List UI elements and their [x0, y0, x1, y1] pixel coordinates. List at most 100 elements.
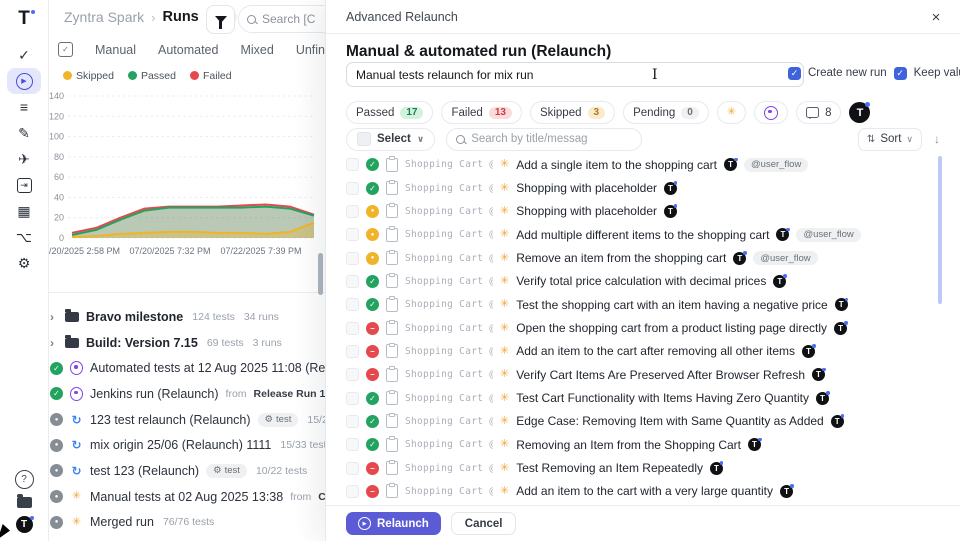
- breadcrumb-project[interactable]: Zyntra Spark: [64, 9, 144, 25]
- select-all-icon[interactable]: ✓: [58, 42, 73, 57]
- chevron-right-icon[interactable]: ›: [50, 336, 58, 350]
- tree-run-row[interactable]: ●↻123 test relaunch (Relaunch)⚙test15/23…: [50, 407, 326, 433]
- clipboard-icon: [386, 414, 398, 428]
- tree-run-row[interactable]: ●↻test 123 (Relaunch)⚙test10/22 tests: [50, 458, 326, 484]
- row-checkbox[interactable]: [346, 298, 359, 311]
- row-checkbox[interactable]: [346, 205, 359, 218]
- rail-item-test-runs-icon[interactable]: ▶: [7, 68, 41, 94]
- row-checkbox[interactable]: [346, 228, 359, 241]
- status-filter-chips: Passed17 Failed13 Skipped3 Pending0 ✳ 8T: [346, 101, 870, 124]
- download-icon[interactable]: ↓: [934, 132, 940, 146]
- row-checkbox[interactable]: [346, 252, 359, 265]
- chevron-right-icon[interactable]: ›: [50, 310, 58, 324]
- test-result-row[interactable]: ✓Shopping Cart @…✳Add a single item to t…: [346, 153, 936, 176]
- tab-mixed[interactable]: Mixed: [240, 43, 273, 57]
- help-icon[interactable]: ?: [15, 470, 34, 489]
- row-checkbox[interactable]: [346, 462, 359, 475]
- manual-burst-icon: ✳: [727, 107, 736, 118]
- test-result-row[interactable]: ✓Shopping Cart @…✳Removing an Item from …: [346, 433, 936, 456]
- tree-run-row[interactable]: ●↻mix origin 25/06 (Relaunch) 111115/33 …: [50, 432, 326, 458]
- suite-path: Shopping Cart @…: [405, 369, 493, 380]
- folder-icon[interactable]: [17, 497, 32, 508]
- test-result-row[interactable]: ●Shopping Cart @…✳Remove an item from th…: [346, 246, 936, 269]
- test-result-row[interactable]: ✓Shopping Cart @…✳Shopping with placehol…: [346, 176, 936, 199]
- row-checkbox[interactable]: [346, 485, 359, 498]
- manual-burst-icon: ✳: [500, 276, 509, 287]
- test-result-row[interactable]: ●Shopping Cart @…✳Add multiple different…: [346, 223, 936, 246]
- row-checkbox[interactable]: [346, 392, 359, 405]
- rail-item-plane-icon[interactable]: ✈: [7, 146, 41, 172]
- rail-item-gear-icon[interactable]: ⚙: [7, 250, 41, 276]
- cancel-button[interactable]: Cancel: [451, 512, 517, 535]
- test-result-row[interactable]: ✓Shopping Cart @…✳Test the shopping cart…: [346, 293, 936, 316]
- test-result-row[interactable]: ✓Shopping Cart @…✳Test Cart Functionalit…: [346, 386, 936, 409]
- row-checkbox[interactable]: [346, 415, 359, 428]
- page-scrollbar[interactable]: [318, 253, 323, 295]
- row-checkbox[interactable]: [346, 158, 359, 171]
- test-result-row[interactable]: –Shopping Cart @…✳Verify Cart Items Are …: [346, 363, 936, 386]
- modal-search-input[interactable]: Search by title/messag: [446, 128, 642, 151]
- rail-item-list-check-icon[interactable]: ≡: [7, 94, 41, 120]
- tree-run-row[interactable]: ●✳Manual tests at 02 Aug 2025 13:38fromC…: [50, 484, 326, 510]
- checkbox-label: Create new run: [808, 67, 887, 79]
- test-result-row[interactable]: ✓Shopping Cart @…✳Verify total price cal…: [346, 270, 936, 293]
- automated-icon: [764, 106, 778, 120]
- user-avatar[interactable]: T: [16, 516, 33, 533]
- test-result-row[interactable]: –Shopping Cart @…✳Test Removing an Item …: [346, 456, 936, 479]
- select-dropdown[interactable]: Select ∨: [346, 128, 435, 151]
- milestone-folder-icon: [65, 312, 79, 322]
- tab-automated[interactable]: Automated: [158, 43, 218, 57]
- manual-filter-chip[interactable]: ✳: [717, 101, 746, 124]
- tree-item-meta: 34 runs: [244, 311, 279, 323]
- tree-run-row[interactable]: ●✳Merged run76/76 tests: [50, 510, 326, 536]
- legend-dot: [190, 71, 199, 80]
- comments-chip[interactable]: 8: [796, 101, 841, 124]
- tree-run-row[interactable]: ✓Jenkins run (Relaunch)fromRelease Run 1…: [50, 381, 326, 407]
- tree-folder-row[interactable]: ›Bravo milestone124 tests34 runs: [50, 304, 326, 330]
- filter-chip-pending[interactable]: Pending0: [623, 101, 709, 124]
- test-result-row[interactable]: ✓Shopping Cart @…✳Edge Case: Removing It…: [346, 410, 936, 433]
- automated-filter-chip[interactable]: [754, 101, 788, 124]
- filter-chip-failed[interactable]: Failed13: [441, 101, 521, 124]
- close-icon[interactable]: ×: [926, 7, 946, 27]
- filter-chip-skipped[interactable]: Skipped3: [530, 101, 615, 124]
- select-checkbox[interactable]: [357, 132, 371, 146]
- row-checkbox[interactable]: [346, 182, 359, 195]
- checkbox-keep-values[interactable]: ✓: [894, 67, 907, 80]
- filter-chip-passed[interactable]: Passed17: [346, 101, 433, 124]
- test-result-row[interactable]: ●Shopping Cart @…✳Shopping with placehol…: [346, 200, 936, 223]
- suite-path: Shopping Cart @…: [405, 276, 493, 287]
- app-logo[interactable]: T: [0, 8, 48, 30]
- test-title: Shopping with placeholder: [516, 181, 657, 195]
- tree-folder-row[interactable]: ›Build: Version 7.1569 tests3 runs: [50, 330, 326, 356]
- row-checkbox[interactable]: [346, 438, 359, 451]
- rail-item-report-image-icon[interactable]: ▦: [7, 198, 41, 224]
- row-checkbox[interactable]: [346, 275, 359, 288]
- test-result-row[interactable]: –Shopping Cart @…✳Open the shopping cart…: [346, 316, 936, 339]
- test-title: Test Cart Functionality with Items Havin…: [516, 391, 809, 405]
- test-title: Open the shopping cart from a product li…: [516, 321, 827, 335]
- result-status-icon-passed: ✓: [366, 392, 379, 405]
- checkbox-create-new-run[interactable]: ✓: [788, 67, 801, 80]
- rail-item-export-box-icon[interactable]: ⇥: [7, 172, 41, 198]
- test-title: Removing an Item from the Shopping Cart: [516, 438, 741, 452]
- tree-run-row[interactable]: ✓Automated tests at 12 Aug 2025 11:08 (R…: [50, 355, 326, 381]
- svg-text:40: 40: [54, 192, 64, 202]
- tab-manual[interactable]: Manual: [95, 43, 136, 57]
- rail-item-pen-icon[interactable]: ✎: [7, 120, 41, 146]
- author-avatar: T: [834, 322, 847, 335]
- test-result-row[interactable]: –Shopping Cart @…✳Add an item to the car…: [346, 340, 936, 363]
- row-checkbox[interactable]: [346, 368, 359, 381]
- sort-button[interactable]: ⇅ Sort ∨: [858, 128, 922, 151]
- assignee-avatar[interactable]: T: [849, 102, 870, 123]
- run-name-input[interactable]: Manual tests relaunch for mix run I: [346, 62, 804, 87]
- filter-button[interactable]: [206, 5, 235, 34]
- row-checkbox[interactable]: [346, 345, 359, 358]
- relaunch-button[interactable]: ▶ Relaunch: [346, 512, 441, 535]
- rail-item-check-icon[interactable]: ✓: [7, 42, 41, 68]
- rail-item-branch-icon[interactable]: ⌥: [7, 224, 41, 250]
- test-result-row[interactable]: –Shopping Cart @…✳Add an item to the car…: [346, 480, 936, 503]
- modal-scrollbar[interactable]: [938, 156, 943, 304]
- row-checkbox[interactable]: [346, 322, 359, 335]
- manual-burst-icon: ✳: [500, 299, 509, 310]
